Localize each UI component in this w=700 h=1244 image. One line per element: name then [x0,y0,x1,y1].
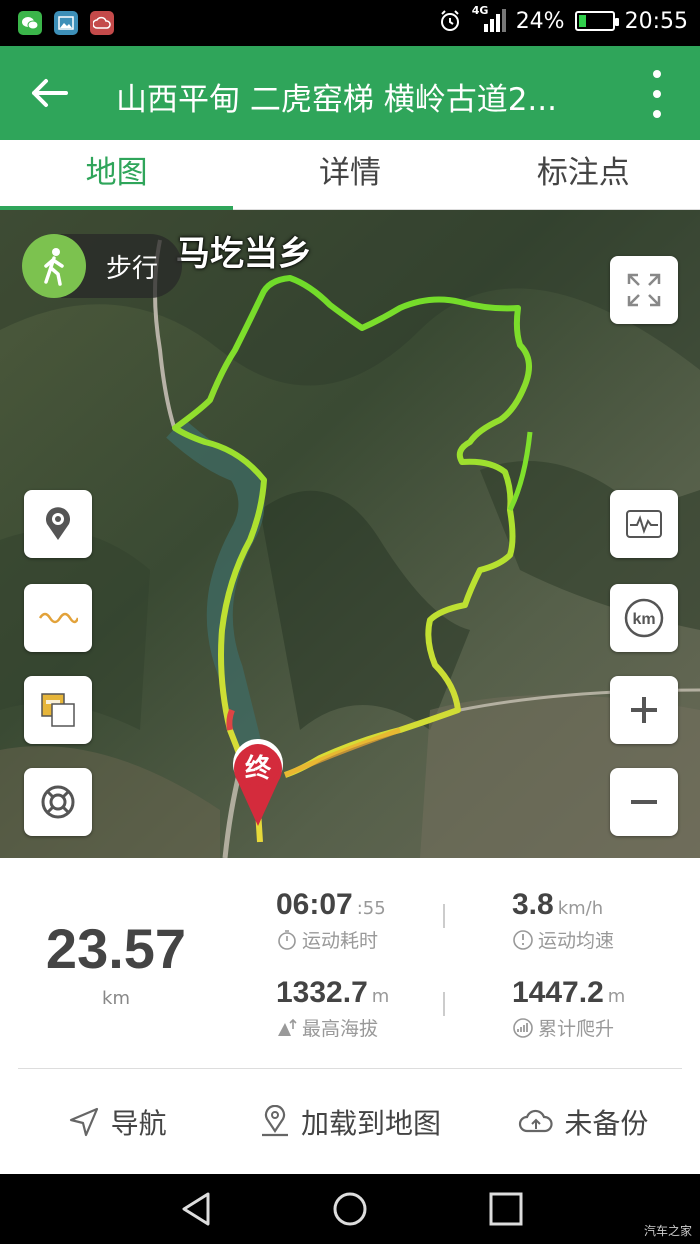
walking-icon [22,234,86,298]
satellite-terrain [0,210,700,858]
layers-button[interactable] [24,676,92,744]
system-nav-bar: 汽车之家 [0,1174,700,1244]
speed-icon [513,929,533,950]
navigation-arrow-icon [69,1107,98,1137]
battery-icon [574,11,619,31]
avg-speed-value: 3.8 [512,888,554,921]
system-status: 4G 24% 20:55 [438,4,688,34]
avg-speed-unit: km/h [557,898,604,919]
navigate-button[interactable]: 导航 [0,1070,233,1174]
max-altitude-value: 1332.7 [276,976,368,1009]
zoom-in-button[interactable] [610,676,678,744]
page-title: 山西平甸 二虎窑梯 横岭古道2... [116,82,557,118]
navigate-label: 导航 [110,1107,167,1140]
total-ascent-label: 累计爬升 [538,1018,615,1040]
notification-icons [18,11,114,35]
location-pin-button[interactable] [24,490,92,558]
backup-label: 未备份 [564,1107,649,1140]
lifebuoy-icon [41,785,75,819]
zoom-out-button[interactable] [610,768,678,836]
battery-percent: 24% [515,8,565,34]
gallery-icon [54,11,78,35]
nav-back-icon[interactable] [178,1191,214,1227]
nav-recents-icon[interactable] [488,1191,524,1227]
fullscreen-button[interactable] [610,256,678,324]
zoom-out-icon [631,800,657,804]
alarm-icon [440,10,459,31]
track-stats: 23.57 km 06:07:55 运动耗时 3.8 km/h 运动均速 1332… [0,858,700,1070]
map-view[interactable]: 马圪当乡 步行 km [0,210,700,858]
load-to-map-button[interactable]: 加载到地图 [233,1070,466,1174]
chart-icon [626,510,662,538]
fullscreen-icon [627,273,661,307]
load-to-map-label: 加载到地图 [300,1107,441,1140]
total-ascent-value: 1447.2 [512,976,604,1009]
mountain-peak-icon [278,1018,297,1036]
back-button[interactable] [28,72,70,114]
clock: 20:55 [624,8,688,34]
signal-icon: 4G [472,4,506,34]
status-bar: 4G 24% 20:55 [0,0,700,46]
section-divider [18,1068,682,1069]
activity-mode-badge[interactable]: 步行 [22,234,182,298]
track-style-button[interactable] [24,584,92,652]
tab-map[interactable]: 地图 [0,140,234,210]
max-altitude-label: 最高海拔 [302,1018,379,1040]
avg-speed-label: 运动均速 [538,930,615,952]
cloud-upload-icon [519,1109,553,1133]
duration-seconds: :55 [356,898,386,919]
km-icon: km [624,598,664,638]
duration-stat: 06:07:55 运动耗时 [276,888,386,953]
layers-icon [41,693,75,727]
max-altitude-stat: 1332.7 m 最高海拔 [276,976,389,1041]
total-ascent-stat: 1447.2 m 累计爬升 [512,976,625,1041]
lifebuoy-button[interactable] [24,768,92,836]
map-pin-icon [261,1105,288,1137]
distance-unit: km [102,988,130,1009]
place-label: 马圪当乡 [176,234,312,274]
cloud-sync-icon [90,11,114,35]
stat-divider [443,992,445,1016]
app-bar: 山西平甸 二虎窑梯 横岭古道2... [0,46,700,140]
tab-waypoints[interactable]: 标注点 [467,140,700,209]
elevation-chart-button[interactable] [610,490,678,558]
backup-button[interactable]: 未备份 [467,1070,700,1174]
back-arrow-icon [32,79,68,107]
track-line-icon [38,612,78,624]
tab-details[interactable]: 详情 [233,140,466,209]
end-marker-label: 终 [244,754,271,784]
tab-bar: 地图 详情 标注点 [0,140,700,210]
duration-value: 06:07 [276,888,353,921]
action-bar: 导航 加载到地图 未备份 [0,1070,700,1174]
more-menu-button[interactable] [650,70,664,118]
end-point-marker[interactable]: 终 [226,738,290,834]
location-pin-icon [46,507,70,540]
km-icon-label: km [632,611,655,628]
activity-mode-label: 步行 [106,254,159,284]
km-marker-button[interactable]: km [610,584,678,652]
nav-home-icon[interactable] [332,1191,368,1227]
distance-value: 23.57 [45,917,187,980]
watermark: 汽车之家 [643,1224,692,1238]
stopwatch-icon [278,929,296,950]
max-altitude-unit: m [371,986,390,1007]
total-ascent-unit: m [607,986,626,1007]
stat-divider [443,904,445,928]
avg-speed-stat: 3.8 km/h 运动均速 [512,888,614,953]
wechat-icon [18,11,42,35]
duration-label: 运动耗时 [302,930,379,952]
zoom-in-icon [631,697,657,723]
ascent-icon [513,1017,533,1038]
